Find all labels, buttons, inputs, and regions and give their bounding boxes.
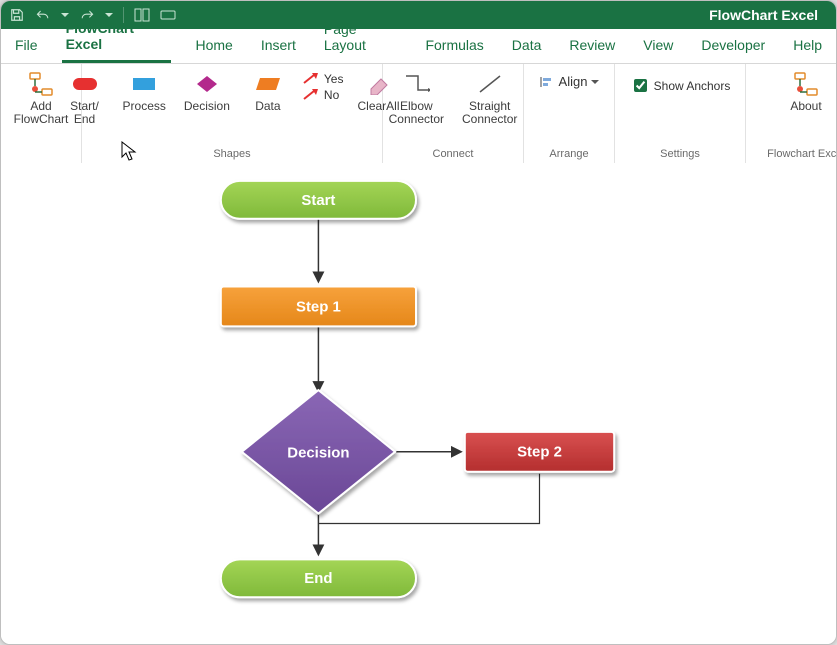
- group-settings-label: Settings: [625, 146, 735, 162]
- align-icon: [539, 75, 555, 89]
- pen-yes-icon: [302, 73, 320, 85]
- show-anchors-input[interactable]: [634, 79, 647, 92]
- shape-process-button[interactable]: Process: [119, 70, 170, 115]
- tab-review[interactable]: Review: [565, 31, 619, 63]
- no-line-button[interactable]: No: [302, 88, 339, 102]
- decision-icon: [191, 72, 223, 96]
- shape-step2[interactable]: Step 2: [465, 432, 614, 472]
- shape-end[interactable]: End: [221, 559, 416, 597]
- data-icon: [252, 72, 284, 96]
- shape-step2-label: Step 2: [517, 444, 562, 461]
- group-settings: Show Anchors Settings: [615, 64, 746, 164]
- tab-home[interactable]: Home: [191, 31, 236, 63]
- show-anchors-checkbox[interactable]: Show Anchors: [628, 70, 733, 101]
- undo-icon[interactable]: [35, 7, 51, 23]
- pen-no-icon: [302, 89, 320, 101]
- tab-insert[interactable]: Insert: [257, 31, 300, 63]
- tab-formulas[interactable]: Formulas: [421, 31, 487, 63]
- label: Elbow Connector: [389, 100, 444, 126]
- label: Start/ End: [70, 100, 99, 126]
- tab-file[interactable]: File: [11, 31, 42, 63]
- straight-connector-button[interactable]: Straight Connector: [458, 70, 521, 128]
- label: Data: [255, 100, 280, 113]
- tab-page-layout[interactable]: Page Layout: [320, 15, 402, 63]
- chevron-down-icon: [591, 78, 599, 86]
- flowchart-about-icon: [790, 72, 822, 96]
- app-title: FlowChart Excel: [709, 7, 836, 23]
- shape-start-label: Start: [301, 192, 335, 209]
- about-button[interactable]: About: [782, 70, 830, 115]
- group-about-label: Flowchart Excel: [756, 146, 837, 162]
- group-about: About Flowchart Excel: [746, 64, 837, 164]
- shape-decision-label: Decision: [287, 445, 349, 462]
- straight-connector-icon: [474, 72, 506, 96]
- group-arrange: Align Arrange: [524, 64, 615, 164]
- shape-start-end-button[interactable]: Start/ End: [61, 70, 109, 128]
- label: Yes: [324, 72, 344, 86]
- flowchart-icon: [25, 72, 57, 96]
- ribbon: Add FlowChart Start/ End Process: [1, 64, 836, 165]
- group-connect-label: Connect: [393, 146, 513, 162]
- label: Align: [559, 74, 588, 89]
- tab-data[interactable]: Data: [508, 31, 546, 63]
- label: Decision: [184, 100, 230, 113]
- label: About: [790, 100, 821, 113]
- shape-end-label: End: [304, 570, 332, 587]
- flowchart-canvas[interactable]: Start Step 1 Decision Step 2 End: [1, 163, 836, 644]
- group-label: [11, 146, 71, 162]
- tab-help[interactable]: Help: [789, 31, 826, 63]
- group-connect: Elbow Connector Straight Connector Conne…: [383, 64, 524, 164]
- label: Straight Connector: [462, 100, 517, 126]
- shape-decision[interactable]: Decision: [242, 390, 395, 513]
- shape-step1-label: Step 1: [296, 298, 341, 315]
- tab-view[interactable]: View: [639, 31, 677, 63]
- group-shapes: Start/ End Process Decision: [82, 64, 383, 164]
- elbow-connector-icon: [400, 72, 432, 96]
- save-icon[interactable]: [9, 7, 25, 23]
- yes-line-button[interactable]: Yes: [302, 72, 344, 86]
- tab-developer[interactable]: Developer: [697, 31, 769, 63]
- elbow-connector-button[interactable]: Elbow Connector: [385, 70, 448, 128]
- group-arrange-label: Arrange: [534, 146, 604, 162]
- ribbon-tabs: File FlowChart Excel Home Insert Page La…: [1, 29, 836, 64]
- label: Process: [123, 100, 166, 113]
- flowchart-svg: Start Step 1 Decision Step 2 End: [1, 163, 836, 644]
- shape-start[interactable]: Start: [221, 181, 416, 219]
- align-dropdown-button[interactable]: Align: [537, 70, 602, 93]
- shape-decision-button[interactable]: Decision: [180, 70, 234, 115]
- tab-flowchart-excel[interactable]: FlowChart Excel: [62, 14, 172, 63]
- label: Show Anchors: [654, 79, 731, 93]
- label: No: [324, 88, 339, 102]
- process-icon: [128, 72, 160, 96]
- group-shapes-label: Shapes: [92, 146, 372, 162]
- app-window: FlowChart Excel File FlowChart Excel Hom…: [0, 0, 837, 645]
- shape-data-button[interactable]: Data: [244, 70, 292, 115]
- terminator-icon: [69, 72, 101, 96]
- shape-step1[interactable]: Step 1: [221, 286, 416, 326]
